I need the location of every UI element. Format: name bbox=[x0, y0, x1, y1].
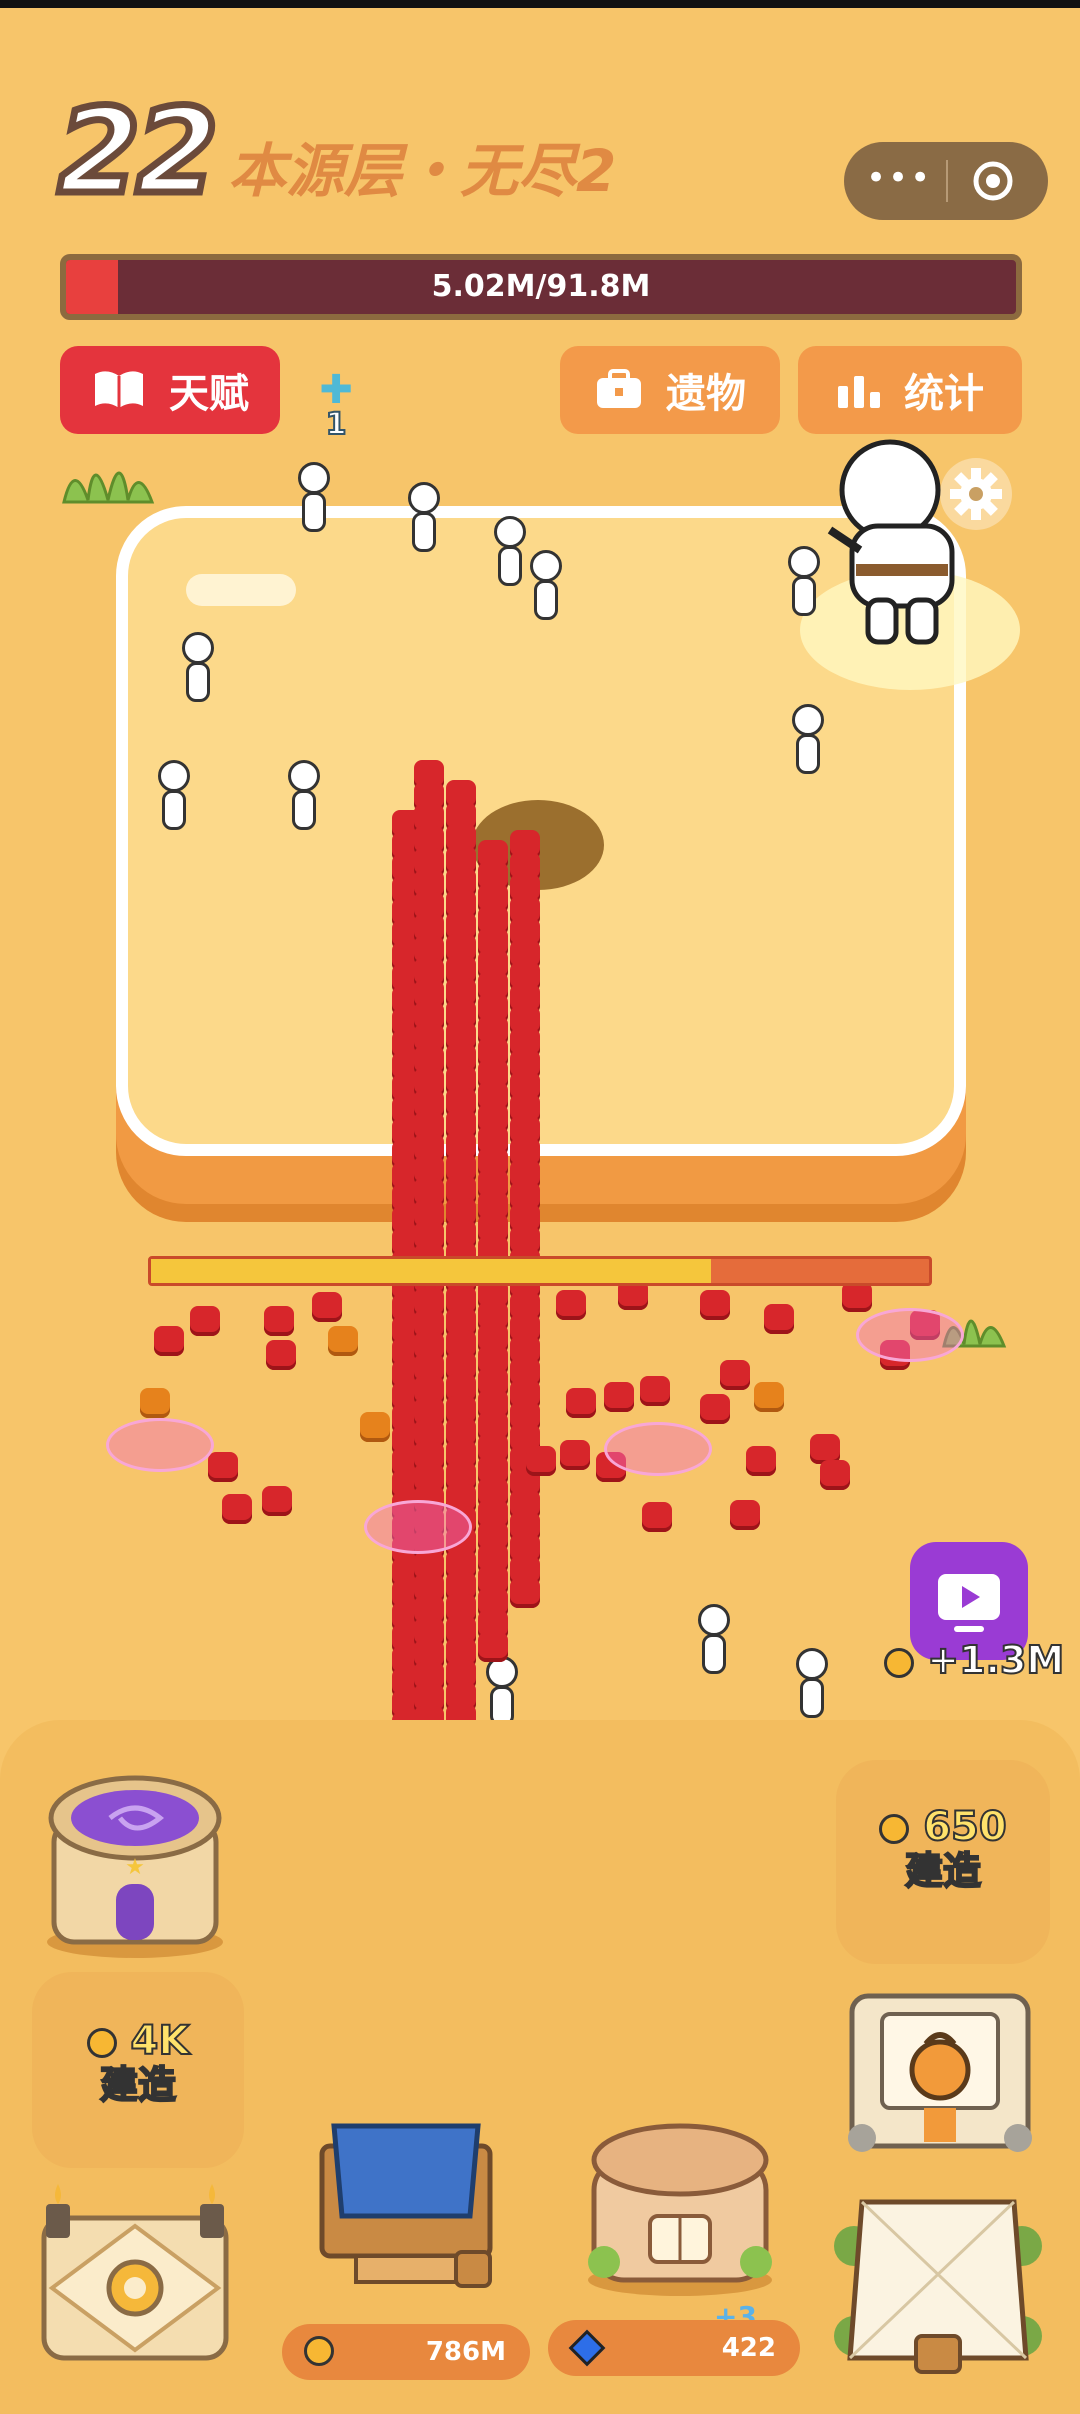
unit-figure bbox=[524, 550, 568, 630]
enemy-unit bbox=[154, 1326, 184, 1356]
unit-figure bbox=[282, 760, 326, 840]
enemy-unit bbox=[820, 1460, 850, 1490]
altar-icon[interactable] bbox=[30, 2178, 240, 2378]
portal-tower-icon[interactable]: ★ bbox=[40, 1752, 230, 1962]
unit-figure bbox=[152, 760, 196, 840]
coin-icon bbox=[879, 1814, 910, 1844]
briefcase-icon bbox=[597, 369, 641, 408]
enemy-unit bbox=[556, 1290, 586, 1320]
build-cost-left: 4K 建造 bbox=[32, 2017, 244, 2108]
enemy-unit bbox=[328, 1326, 358, 1356]
gold-value: 786M bbox=[425, 2337, 506, 2367]
unit-figure bbox=[786, 704, 830, 784]
enemy-unit bbox=[478, 1632, 508, 1662]
enemy-unit bbox=[700, 1394, 730, 1424]
enemy-unit bbox=[526, 1446, 556, 1476]
coin-icon bbox=[86, 2028, 117, 2058]
enemy-unit bbox=[746, 1446, 776, 1476]
gold-counter: 786M bbox=[282, 2324, 530, 2380]
unit-figure bbox=[292, 462, 336, 542]
coin-icon bbox=[884, 1647, 914, 1678]
spawn-portal bbox=[106, 1418, 214, 1472]
arena-highlight bbox=[186, 574, 296, 606]
status-bar bbox=[0, 0, 1080, 8]
build-cost-value: 4K bbox=[130, 2017, 191, 2065]
enemy-unit bbox=[140, 1388, 170, 1418]
gem-counter: 422 bbox=[548, 2320, 800, 2376]
enemy-unit bbox=[208, 1452, 238, 1482]
target-icon[interactable] bbox=[971, 159, 1015, 203]
enemy-unit bbox=[754, 1382, 784, 1412]
book-icon bbox=[95, 371, 143, 408]
ad-reward-amount: +1.3M bbox=[884, 1637, 1065, 1683]
enemy-unit bbox=[312, 1292, 342, 1322]
talent-label: 天赋 bbox=[169, 371, 249, 417]
enemy-unit bbox=[566, 1388, 596, 1418]
level-name: 本源层・无尽2 bbox=[228, 137, 617, 205]
enemy-unit bbox=[720, 1360, 750, 1390]
spawn-portal bbox=[364, 1500, 472, 1554]
hp-text: 5.02M/91.8M bbox=[431, 269, 651, 304]
enemy-unit bbox=[262, 1486, 292, 1516]
cross-icon: ✚ bbox=[319, 367, 353, 413]
ad-reward-text: +1.3M bbox=[926, 1637, 1065, 1683]
spawn-portal bbox=[856, 1308, 964, 1362]
boss-hp-bar: 5.02M/91.8M bbox=[60, 254, 1022, 320]
unit-figure bbox=[790, 1648, 834, 1728]
camp-tent-icon[interactable] bbox=[832, 2186, 1044, 2386]
stats-label: 统计 bbox=[904, 371, 984, 417]
grass-icon bbox=[62, 471, 155, 504]
enemy-unit bbox=[730, 1500, 760, 1530]
wave-progress-bar bbox=[148, 1256, 932, 1286]
enemy-unit bbox=[842, 1282, 872, 1312]
capsule-divider bbox=[946, 160, 948, 202]
enemy-unit bbox=[510, 1578, 540, 1608]
enemy-unit bbox=[700, 1290, 730, 1320]
enemy-unit bbox=[604, 1382, 634, 1412]
build-cost-right: 650 建造 bbox=[836, 1803, 1050, 1894]
library-tower-icon[interactable] bbox=[580, 2100, 780, 2300]
enemy-unit bbox=[764, 1304, 794, 1334]
enemy-unit bbox=[266, 1340, 296, 1370]
menu-capsule: ••• bbox=[844, 142, 1048, 220]
coin-icon bbox=[304, 2336, 334, 2366]
stats-button[interactable]: 统计 bbox=[798, 346, 1022, 434]
unit-figure bbox=[782, 546, 826, 626]
enemy-unit bbox=[222, 1494, 252, 1524]
enemy-unit bbox=[560, 1440, 590, 1470]
gem-value: 422 bbox=[721, 2333, 776, 2363]
enemy-unit bbox=[640, 1376, 670, 1406]
spawn-portal bbox=[604, 1422, 712, 1476]
enemy-unit bbox=[190, 1306, 220, 1336]
build-label: 建造 bbox=[904, 1848, 982, 1893]
cross-badge[interactable]: ✚ 1 bbox=[316, 367, 356, 441]
more-dots-icon[interactable]: ••• bbox=[866, 158, 930, 202]
relics-button[interactable]: 遗物 bbox=[560, 346, 780, 434]
unit-figure bbox=[402, 482, 446, 562]
svg-text:★: ★ bbox=[125, 1855, 145, 1880]
enemy-unit bbox=[642, 1502, 672, 1532]
build-cost-value: 650 bbox=[922, 1803, 1007, 1851]
level-number: 22 bbox=[54, 82, 221, 220]
enemy-unit bbox=[264, 1306, 294, 1336]
cross-count: 1 bbox=[325, 407, 348, 442]
talent-button[interactable]: 天赋 bbox=[60, 346, 280, 434]
build-label: 建造 bbox=[99, 2062, 177, 2107]
gem-icon bbox=[568, 2329, 606, 2367]
enemy-unit bbox=[360, 1412, 390, 1442]
bar-chart-icon bbox=[838, 376, 880, 408]
kettlebell-gym-icon[interactable] bbox=[842, 1970, 1038, 2160]
unit-figure bbox=[692, 1604, 736, 1684]
training-tent-icon[interactable] bbox=[306, 2106, 506, 2296]
wave-progress-fill bbox=[151, 1259, 712, 1283]
relics-label: 遗物 bbox=[666, 371, 746, 417]
unit-figure bbox=[176, 632, 220, 712]
